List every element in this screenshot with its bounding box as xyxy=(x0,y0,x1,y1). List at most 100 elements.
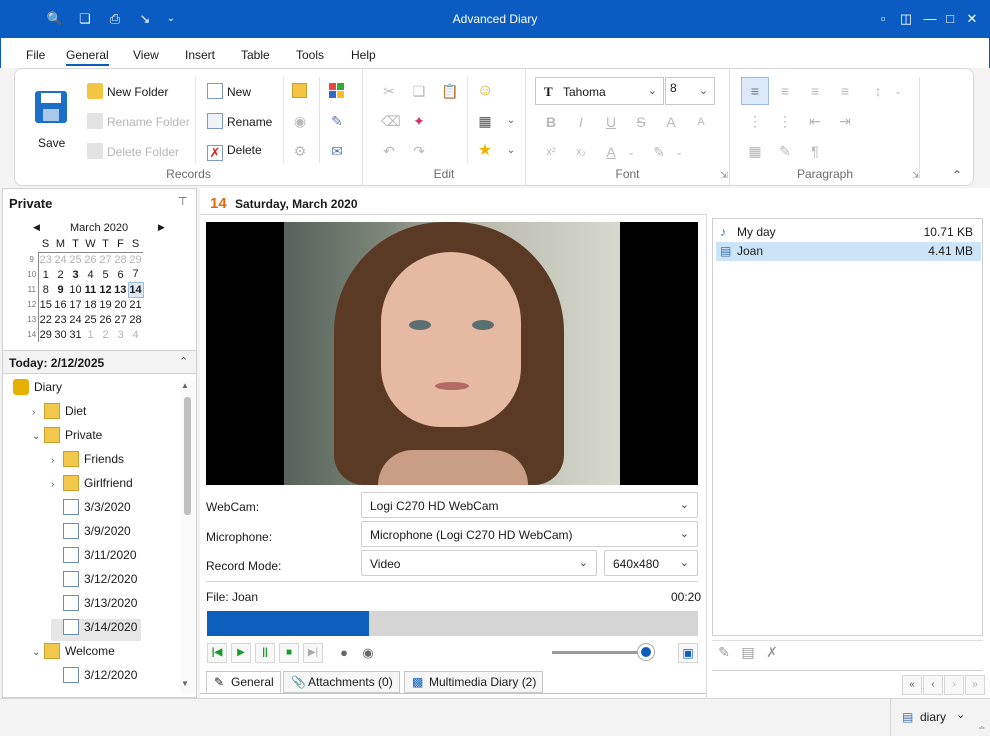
star-chevron-icon[interactable]: ⌄ xyxy=(503,143,519,159)
edit-media-icon[interactable]: ✎ xyxy=(716,644,732,660)
calendar-day[interactable]: 11 xyxy=(83,282,98,297)
list-item[interactable]: ▤ Joan 4.41 MB xyxy=(716,242,981,261)
microphone-select[interactable]: Microphone (Logi C270 HD WebCam) ⌄ xyxy=(361,521,698,547)
save-media-icon[interactable]: ▤ xyxy=(740,644,756,660)
scroll-thumb[interactable] xyxy=(184,397,191,515)
menu-table[interactable]: Table xyxy=(241,48,270,62)
record-icon[interactable]: ● xyxy=(334,643,354,663)
superscript-icon[interactable]: x² xyxy=(543,144,559,160)
first-entry-icon[interactable]: « xyxy=(902,675,922,695)
minimize-button[interactable]: — xyxy=(920,9,940,29)
expand-chevron-icon[interactable]: › xyxy=(51,455,63,466)
rename-folder-button[interactable]: Rename Folder xyxy=(87,113,190,129)
calendar-day[interactable]: 31 xyxy=(68,327,83,342)
calendar-day[interactable]: 3 xyxy=(68,267,83,282)
expand-chevron-icon[interactable]: ⌄ xyxy=(32,647,44,658)
calendar-day[interactable]: 27 xyxy=(98,252,113,267)
tree-item[interactable]: 3/9/2020 xyxy=(51,523,131,545)
calendar-day[interactable]: 2 xyxy=(98,327,113,342)
tree-item[interactable]: 3/11/2020 xyxy=(51,547,137,569)
calendar-day[interactable]: 4 xyxy=(128,327,143,342)
next-entry-icon[interactable]: › xyxy=(944,675,964,695)
decrease-indent-icon[interactable]: ⇤ xyxy=(807,113,823,129)
calendar-day[interactable]: 25 xyxy=(68,252,83,267)
list-item[interactable]: ♪ My day 10.71 KB xyxy=(716,223,981,242)
calendar-day[interactable]: 18 xyxy=(83,297,98,312)
calendar-day[interactable]: 24 xyxy=(68,312,83,327)
numbered-list-icon[interactable]: ⋮ xyxy=(777,113,793,129)
calendar-day[interactable]: 9 xyxy=(53,282,68,297)
webcam-select[interactable]: Logi C270 HD WebCam ⌄ xyxy=(361,492,698,518)
calendar-day[interactable]: 3 xyxy=(113,327,128,342)
scroll-down-icon[interactable]: ▼ xyxy=(181,679,189,688)
calendar-day[interactable]: 2 xyxy=(53,267,68,282)
calendar-day[interactable]: 30 xyxy=(53,327,68,342)
volume-track[interactable] xyxy=(552,651,648,654)
next-month-icon[interactable]: ▶ xyxy=(158,222,165,233)
font-size-select[interactable]: 8 ⌄ xyxy=(665,77,715,105)
menu-view[interactable]: View xyxy=(133,48,159,62)
tree-item[interactable]: ⌄ Welcome xyxy=(32,643,115,665)
font-color-icon[interactable]: A xyxy=(603,144,619,160)
collapse-ribbon-icon[interactable]: ⌃ xyxy=(949,167,965,183)
align-center-icon[interactable]: ≡ xyxy=(777,83,793,99)
calendar-day[interactable]: 6 xyxy=(113,267,128,282)
resize-grip-icon[interactable]: ∸ xyxy=(978,723,986,734)
calendar-day[interactable]: 24 xyxy=(53,252,68,267)
calendar-day[interactable]: 15 xyxy=(38,297,53,312)
calendar-day[interactable]: 12 xyxy=(98,282,113,297)
calendar-day[interactable]: 26 xyxy=(83,252,98,267)
highlight-icon[interactable]: ✦ xyxy=(411,113,427,129)
new-button[interactable]: New xyxy=(207,83,251,99)
grow-font-icon[interactable]: A xyxy=(663,114,679,130)
rename-button[interactable]: Rename xyxy=(207,113,272,129)
tree-scrollbar[interactable]: ▲ ▼ xyxy=(181,381,194,693)
calendar-day[interactable]: 25 xyxy=(83,312,98,327)
play-icon[interactable]: ▶ xyxy=(231,643,251,663)
highlight-color-chevron-icon[interactable]: ⌄ xyxy=(671,144,687,160)
calendar-day[interactable]: 7 xyxy=(128,267,143,282)
scroll-up-icon[interactable]: ▲ xyxy=(181,381,189,390)
calendar-day[interactable]: 13 xyxy=(113,282,128,297)
help-icon[interactable]: ▫ xyxy=(873,9,893,29)
calendar-day[interactable]: 29 xyxy=(38,327,53,342)
fullscreen-icon[interactable]: ▣ xyxy=(678,643,698,663)
align-right-icon[interactable]: ≡ xyxy=(807,83,823,99)
prev-month-icon[interactable]: ◀ xyxy=(33,222,40,233)
highlight-color-icon[interactable]: ✎ xyxy=(651,144,667,160)
volume-knob[interactable] xyxy=(638,644,654,660)
calendar-day[interactable]: 1 xyxy=(83,327,98,342)
cut-icon[interactable]: ✂ xyxy=(381,83,397,99)
tree-item[interactable]: ⌄ Private xyxy=(32,427,102,449)
menu-general[interactable]: General xyxy=(66,48,109,66)
calendar-day[interactable]: 5 xyxy=(98,267,113,282)
settings-icon[interactable]: ⚙ xyxy=(292,143,308,159)
tree-item[interactable]: › Girlfriend xyxy=(51,475,133,497)
pause-icon[interactable]: || xyxy=(255,643,275,663)
calendar-day[interactable]: 10 xyxy=(68,282,83,297)
calendar-day[interactable]: 20 xyxy=(113,297,128,312)
record-mode-select[interactable]: Video ⌄ xyxy=(361,550,597,576)
prev-entry-icon[interactable]: ‹ xyxy=(923,675,943,695)
calendar-day[interactable]: 1 xyxy=(38,267,53,282)
calendar-day[interactable]: 28 xyxy=(128,312,143,327)
calendar-day[interactable]: 21 xyxy=(128,297,143,312)
calendar-day[interactable]: 23 xyxy=(53,312,68,327)
increase-indent-icon[interactable]: ⇥ xyxy=(837,113,853,129)
calendar-day[interactable]: 14 xyxy=(127,281,144,298)
calendar-day[interactable]: 29 xyxy=(128,252,143,267)
expand-chevron-icon[interactable]: ⌄ xyxy=(32,431,44,442)
pin-icon[interactable]: ⊤ xyxy=(178,195,188,208)
strikethrough-icon[interactable]: S xyxy=(633,114,649,130)
maximize-button[interactable]: □ xyxy=(940,9,960,29)
database-chevron-icon[interactable]: ⌄ xyxy=(956,708,965,721)
calendar-day[interactable]: 26 xyxy=(98,312,113,327)
collapse-up-icon[interactable]: ⌃ xyxy=(179,355,188,368)
italic-icon[interactable]: I xyxy=(573,114,589,130)
bold-icon[interactable]: B xyxy=(543,114,559,130)
font-name-select[interactable]: T Tahoma ⌄ xyxy=(535,77,664,105)
menu-tools[interactable]: Tools xyxy=(296,48,324,62)
paste-icon[interactable]: 📋 xyxy=(441,83,458,99)
star-icon[interactable]: ★ xyxy=(477,143,493,159)
line-spacing-icon[interactable]: ↕ xyxy=(870,83,886,99)
